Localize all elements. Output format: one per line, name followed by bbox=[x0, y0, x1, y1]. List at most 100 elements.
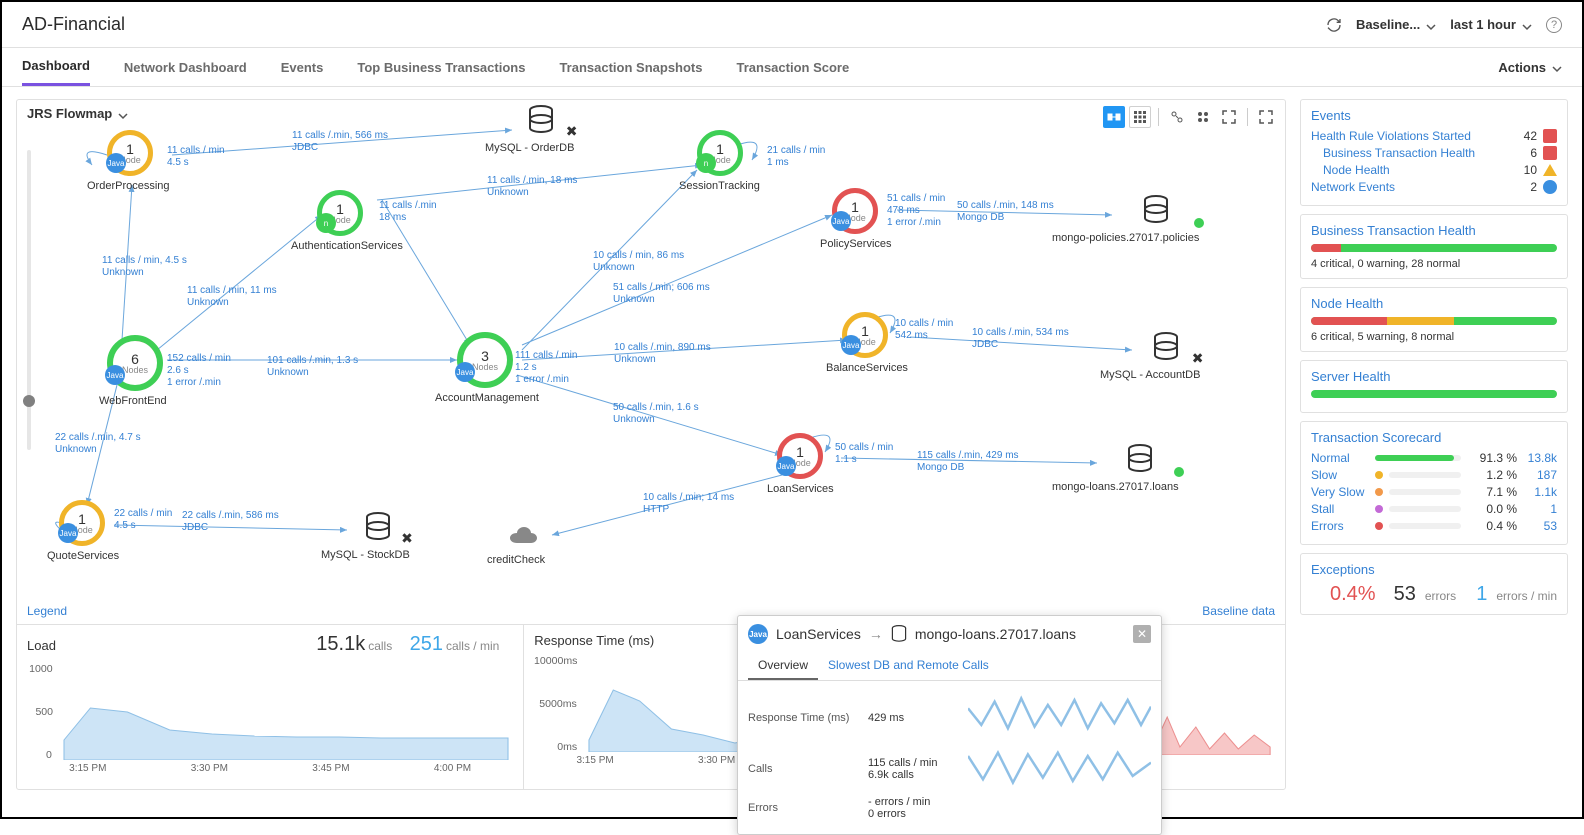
events-panel: Events Health Rule Violations Started42 … bbox=[1300, 99, 1568, 206]
edge-label: 50 calls / min1.1 s bbox=[835, 442, 893, 466]
edge-label: 21 calls / min1 ms bbox=[767, 145, 825, 169]
edge-label: 22 calls /.min, 586 msJDBC bbox=[182, 510, 279, 534]
node-mongo-loans[interactable]: mongo-loans.27017.loans bbox=[1102, 444, 1179, 493]
chevron-down-icon[interactable] bbox=[118, 109, 128, 119]
event-row[interactable]: Business Transaction Health6 bbox=[1311, 146, 1557, 160]
legend-link[interactable]: Legend bbox=[27, 604, 67, 618]
edge-label: 11 calls / min, 11 msUnknown bbox=[187, 285, 277, 309]
database-icon bbox=[528, 105, 554, 135]
baseline-data-link[interactable]: Baseline data bbox=[1202, 604, 1275, 618]
database-icon bbox=[365, 512, 391, 542]
java-icon: Java bbox=[106, 153, 126, 173]
node-mysql-orderdb[interactable]: ✖ MySQL - OrderDB bbox=[507, 105, 574, 154]
baseline-selector[interactable]: Baseline... bbox=[1356, 17, 1436, 32]
edge-label: 11 calls /.min18 ms bbox=[379, 200, 437, 224]
tab-events[interactable]: Events bbox=[281, 50, 324, 85]
layout-flow-button[interactable] bbox=[1103, 106, 1125, 128]
time-range-label: last 1 hour bbox=[1450, 17, 1516, 32]
flowmap-title: JRS Flowmap bbox=[27, 106, 112, 121]
java-icon: Java bbox=[105, 365, 125, 385]
edge-label: 22 calls / min4.5 s bbox=[114, 508, 172, 532]
edge-label: 10 calls / min, 86 msUnknown bbox=[593, 250, 684, 274]
node-credit-check[interactable]: creditCheck bbox=[497, 525, 545, 566]
edge-label: 10 calls /.min, 890 msUnknown bbox=[614, 342, 711, 366]
database-icon bbox=[891, 625, 907, 643]
node-session-tracking[interactable]: 1 Node n SessionTracking bbox=[697, 130, 760, 192]
popup-metric-row: Errors - errors / min0 errors bbox=[748, 796, 1151, 820]
arrow-right-icon: → bbox=[869, 626, 883, 642]
cloud-icon bbox=[504, 525, 538, 547]
svg-text:0ms: 0ms bbox=[558, 742, 578, 752]
node-icon: n bbox=[316, 213, 336, 233]
popup-metric-row: Calls 115 calls / min6.9k calls bbox=[748, 746, 1151, 793]
bt-health-panel: Business Transaction Health 4 critical, … bbox=[1300, 214, 1568, 279]
close-icon[interactable]: ✕ bbox=[1133, 625, 1151, 643]
node-mysql-accountdb[interactable]: ✖ MySQL - AccountDB bbox=[1132, 332, 1200, 381]
tab-network-dashboard[interactable]: Network Dashboard bbox=[124, 50, 247, 85]
node-web-front-end[interactable]: 6 Nodes Java WebFrontEnd bbox=[107, 335, 167, 407]
database-icon bbox=[1143, 195, 1169, 225]
edge-label: 11 calls /.min, 18 msUnknown bbox=[487, 175, 577, 199]
node-loan-services[interactable]: 1 Node Java LoanServices bbox=[777, 433, 834, 495]
baseline-label: Baseline... bbox=[1356, 17, 1420, 32]
java-icon: Java bbox=[58, 523, 78, 543]
edge-label: 50 calls /.min, 1.6 sUnknown bbox=[613, 402, 699, 426]
popup-metric-row: Response Time (ms) 429 ms bbox=[748, 695, 1151, 742]
node-mysql-stockdb[interactable]: ✖ MySQL - StockDB bbox=[347, 512, 410, 561]
event-row[interactable]: Network Events2 bbox=[1311, 180, 1557, 194]
edge-label: 22 calls /.min, 4.7 sUnknown bbox=[55, 432, 141, 456]
critical-icon bbox=[1543, 129, 1557, 143]
popup-tab-slowest[interactable]: Slowest DB and Remote Calls bbox=[818, 652, 999, 680]
node-mongo-policies[interactable]: mongo-policies.27017.policies bbox=[1112, 195, 1199, 244]
edge-label: 111 calls /.min1.2 s1 error /.min bbox=[515, 350, 577, 386]
java-icon: Java bbox=[831, 211, 851, 231]
score-row: Stall0.0 %1 bbox=[1311, 502, 1557, 516]
java-icon: Java bbox=[748, 624, 768, 644]
tab-bar: Dashboard Network Dashboard Events Top B… bbox=[2, 48, 1582, 87]
fullscreen-button[interactable] bbox=[1255, 106, 1277, 128]
scorecard-panel: Transaction Scorecard Normal91.3 %13.8k … bbox=[1300, 421, 1568, 545]
svg-text:5000ms: 5000ms bbox=[540, 699, 578, 710]
zoom-slider[interactable] bbox=[27, 150, 31, 450]
chevron-down-icon bbox=[1426, 20, 1436, 30]
tab-dashboard[interactable]: Dashboard bbox=[22, 48, 90, 86]
popup-source: LoanServices bbox=[776, 626, 861, 642]
health-bar bbox=[1311, 244, 1557, 252]
actions-dropdown[interactable]: Actions bbox=[1498, 50, 1562, 85]
layout-grid-button[interactable] bbox=[1129, 106, 1151, 128]
edge-label: 101 calls /.min, 1.3 sUnknown bbox=[267, 355, 358, 379]
edge-label: 10 calls /.min, 534 msJDBC bbox=[972, 327, 1069, 351]
node-order-processing[interactable]: 1 Node Java OrderProcessing bbox=[107, 130, 170, 192]
edge-detail-popup: Java LoanServices → mongo-loans.27017.lo… bbox=[737, 615, 1162, 835]
tab-snapshots[interactable]: Transaction Snapshots bbox=[559, 50, 702, 85]
time-range-selector[interactable]: last 1 hour bbox=[1450, 17, 1532, 32]
edge-label: 50 calls /.min, 148 msMongo DB bbox=[957, 200, 1054, 224]
edge-label: 11 calls / min4.5 s bbox=[167, 145, 225, 169]
node-quote-services[interactable]: 1 Node Java QuoteServices bbox=[59, 500, 119, 562]
chevron-down-icon bbox=[1552, 62, 1562, 72]
event-row[interactable]: Health Rule Violations Started42 bbox=[1311, 129, 1557, 143]
svg-text:0: 0 bbox=[46, 750, 52, 760]
server-health-panel: Server Health bbox=[1300, 360, 1568, 413]
svg-text:1000: 1000 bbox=[29, 664, 53, 675]
edge-label: 51 calls /.min; 606 msUnknown bbox=[613, 282, 710, 306]
app-title: AD-Financial bbox=[22, 14, 125, 35]
edge-label: 115 calls /.min, 429 msMongo DB bbox=[917, 450, 1019, 474]
edge-label: 10 calls / min542 ms bbox=[895, 318, 953, 342]
cluster-button[interactable] bbox=[1192, 106, 1214, 128]
auto-arrange-button[interactable] bbox=[1166, 106, 1188, 128]
tab-score[interactable]: Transaction Score bbox=[737, 50, 850, 85]
node-policy-services[interactable]: 1 Node Java PolicyServices bbox=[832, 188, 892, 250]
health-bar bbox=[1311, 317, 1557, 325]
tab-top-transactions[interactable]: Top Business Transactions bbox=[357, 50, 525, 85]
popup-tab-overview[interactable]: Overview bbox=[748, 652, 818, 680]
refresh-icon[interactable] bbox=[1326, 17, 1342, 33]
svg-text:500: 500 bbox=[35, 707, 53, 718]
database-icon bbox=[1153, 332, 1179, 362]
event-row[interactable]: Node Health10 bbox=[1311, 163, 1557, 177]
flowmap-area[interactable]: JRS Flowmap bbox=[17, 100, 1285, 624]
help-icon[interactable]: ? bbox=[1546, 17, 1562, 33]
popup-target: mongo-loans.27017.loans bbox=[915, 626, 1076, 642]
fit-button[interactable] bbox=[1218, 106, 1240, 128]
edge-label: 11 calls / min, 4.5 sUnknown bbox=[102, 255, 187, 279]
